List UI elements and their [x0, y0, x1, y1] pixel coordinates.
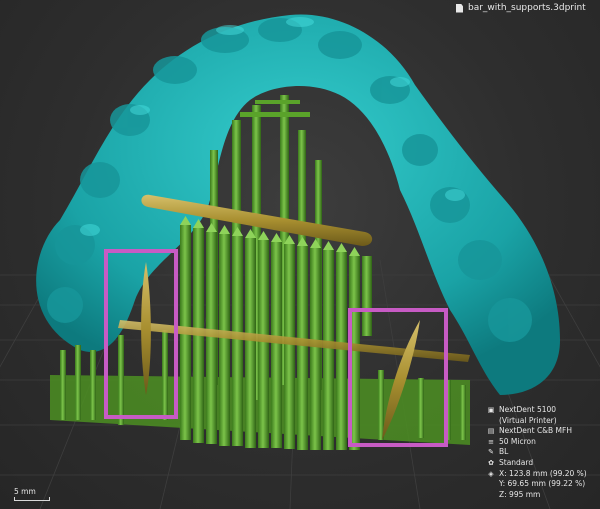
dimension-z: Z: 995 mm	[499, 489, 541, 499]
scale-bar	[14, 497, 50, 501]
printer-info-panel: ▣ NextDent 5100 (Virtual Printer) ▤ Next…	[487, 405, 587, 500]
scale-indicator: 5 mm	[14, 487, 50, 501]
info-row-material: ▤ NextDent C&B MFH	[487, 426, 572, 436]
file-icon	[456, 3, 463, 13]
layer-icon: ≡	[488, 437, 494, 446]
dimension-y: Y: 69.65 mm (99.22 %)	[499, 479, 586, 489]
3d-viewport[interactable]: bar_with_supports.3dprint ▣ NextDent 510…	[0, 0, 600, 509]
gear-icon: ✿	[488, 458, 494, 467]
material-icon: ▤	[487, 427, 495, 436]
dimensions-icon: ◈	[488, 469, 494, 478]
info-row-build-style: ✎ BL	[488, 447, 509, 457]
file-tab[interactable]: bar_with_supports.3dprint	[456, 3, 586, 13]
info-row-printer: ▣ NextDent 5100	[487, 405, 557, 414]
info-row-printer-type: (Virtual Printer)	[499, 415, 557, 425]
scale-label: 5 mm	[14, 487, 36, 496]
wrench-icon: ✎	[488, 448, 494, 457]
info-row-layer: ≡ 50 Micron	[488, 436, 536, 446]
file-name: bar_with_supports.3dprint	[468, 3, 586, 13]
printer-icon: ▣	[487, 406, 495, 414]
info-row-profile: ✿ Standard	[488, 457, 534, 467]
info-row-dimension-x: ◈ X: 123.8 mm (99.20 %)	[488, 468, 587, 478]
